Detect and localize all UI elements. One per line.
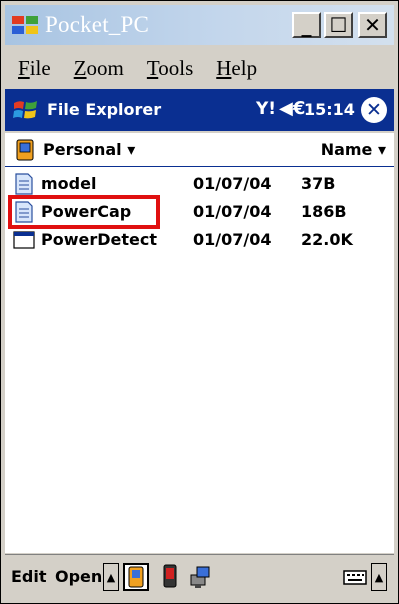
- file-explorer-content: Personal ▾ Name ▾ model 01/07/04 37B Pow…: [5, 133, 394, 553]
- signal-icon[interactable]: Y!: [256, 99, 276, 119]
- command-bar: Edit Open ▲ ▲: [5, 554, 394, 599]
- menu-tools-rest: ools: [158, 55, 194, 80]
- application-icon: [13, 231, 35, 249]
- menu-file-rest: ile: [29, 55, 51, 80]
- document-icon: [15, 173, 33, 195]
- title-bar[interactable]: Pocket_PC _ ☐ ✕: [5, 5, 394, 45]
- menu-help[interactable]: Help: [216, 56, 257, 81]
- file-row-powerdetect[interactable]: PowerDetect 01/07/04 22.0K: [5, 225, 394, 255]
- navigation-bar: File Explorer Y! ◀€ 15:14 ✕: [5, 89, 394, 131]
- open-menu-button[interactable]: Open: [55, 567, 102, 586]
- folder-device-icon: [16, 139, 34, 161]
- close-circle-icon: ✕: [366, 98, 382, 121]
- file-size: 37B: [301, 174, 336, 193]
- minimize-button[interactable]: _: [292, 12, 321, 38]
- maximize-button[interactable]: ☐: [324, 12, 353, 38]
- selection-highlight: [8, 195, 160, 229]
- minimize-icon: _: [301, 13, 312, 37]
- volume-icon[interactable]: ◀€: [279, 98, 305, 119]
- emulator-window: Pocket_PC _ ☐ ✕ File Zoom Tools Help Fil…: [0, 0, 399, 604]
- file-size: 186B: [301, 202, 347, 221]
- close-button[interactable]: ✕: [358, 12, 387, 38]
- menu-file[interactable]: File: [18, 56, 51, 81]
- file-name: PowerDetect: [41, 230, 158, 249]
- file-date: 01/07/04: [193, 230, 272, 249]
- storage-card-icon[interactable]: [123, 563, 149, 591]
- ok-close-button[interactable]: ✕: [361, 97, 387, 123]
- close-icon: ✕: [364, 13, 381, 37]
- device-icon[interactable]: [157, 563, 183, 591]
- menu-zoom[interactable]: Zoom: [74, 56, 124, 81]
- clock[interactable]: 15:14: [304, 100, 355, 119]
- menu-bar: File Zoom Tools Help: [5, 51, 394, 85]
- file-name: model: [41, 174, 97, 193]
- folder-dropdown[interactable]: Personal ▾: [43, 140, 135, 159]
- up-arrow-icon: ▲: [106, 570, 116, 584]
- up-arrow-icon: ▲: [374, 570, 384, 584]
- file-date: 01/07/04: [193, 202, 272, 221]
- file-date: 01/07/04: [193, 174, 272, 193]
- window-title: Pocket_PC: [45, 12, 150, 37]
- menu-help-mnemonic: H: [216, 55, 232, 80]
- windows-logo-icon: [12, 16, 38, 34]
- start-menu-icon[interactable]: [11, 95, 41, 125]
- network-icon[interactable]: [187, 563, 213, 591]
- menu-file-mnemonic: F: [18, 55, 30, 80]
- sort-dropdown[interactable]: Name ▾: [321, 140, 386, 159]
- menu-tools[interactable]: Tools: [147, 56, 193, 81]
- keyboard-icon[interactable]: [342, 563, 368, 591]
- edit-menu-button[interactable]: Edit: [11, 567, 47, 586]
- input-panel-arrow-button[interactable]: ▲: [371, 563, 387, 591]
- up-arrow-button[interactable]: ▲: [103, 563, 119, 591]
- menu-tools-mnemonic: T: [146, 55, 159, 80]
- maximize-icon: ☐: [329, 13, 348, 37]
- menu-zoom-rest: oom: [86, 55, 124, 80]
- file-size: 22.0K: [301, 230, 353, 249]
- menu-zoom-mnemonic: Z: [73, 55, 87, 80]
- nav-title: File Explorer: [47, 100, 162, 119]
- menu-help-rest: elp: [231, 55, 258, 80]
- explorer-header: Personal ▾ Name ▾: [5, 133, 394, 167]
